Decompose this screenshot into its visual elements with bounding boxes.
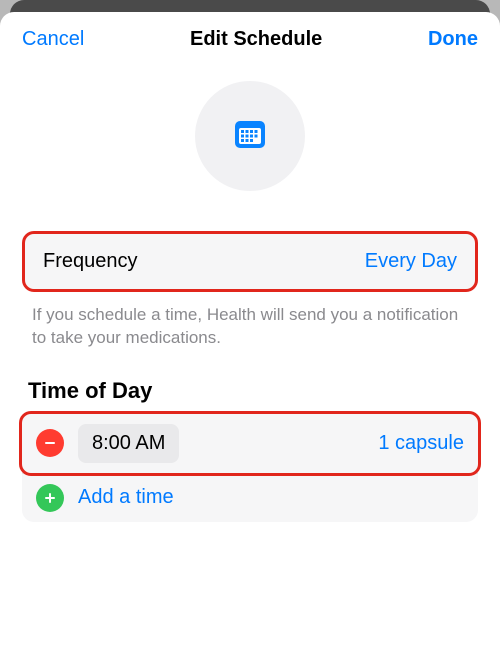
navbar: Cancel Edit Schedule Done (0, 12, 500, 61)
frequency-section: Frequency Every Day If you schedule a ti… (0, 231, 500, 350)
time-list: 8:00 AM 1 capsule Add a time (22, 411, 478, 522)
time-of-day-section: Time of Day 8:00 AM 1 capsule Add a time (0, 350, 500, 522)
time-row: 8:00 AM 1 capsule (19, 411, 481, 476)
page-title: Edit Schedule (190, 28, 322, 51)
frequency-label: Frequency (43, 250, 138, 273)
hero-circle (195, 81, 305, 191)
calendar-icon (232, 116, 268, 157)
time-of-day-title: Time of Day (22, 350, 478, 414)
time-picker[interactable]: 8:00 AM (78, 424, 179, 463)
dose-button[interactable]: 1 capsule (378, 432, 464, 455)
edit-schedule-sheet: Cancel Edit Schedule Done (0, 12, 500, 646)
hero (0, 61, 500, 231)
helper-text: If you schedule a time, Health will send… (22, 292, 478, 350)
add-time-row[interactable]: Add a time (22, 473, 478, 522)
cancel-button[interactable]: Cancel (22, 28, 84, 51)
add-time-button[interactable] (36, 484, 64, 512)
frequency-value: Every Day (365, 250, 457, 273)
done-button[interactable]: Done (428, 28, 478, 51)
frequency-row[interactable]: Frequency Every Day (22, 231, 478, 292)
remove-time-button[interactable] (36, 429, 64, 457)
add-time-label: Add a time (78, 486, 174, 509)
